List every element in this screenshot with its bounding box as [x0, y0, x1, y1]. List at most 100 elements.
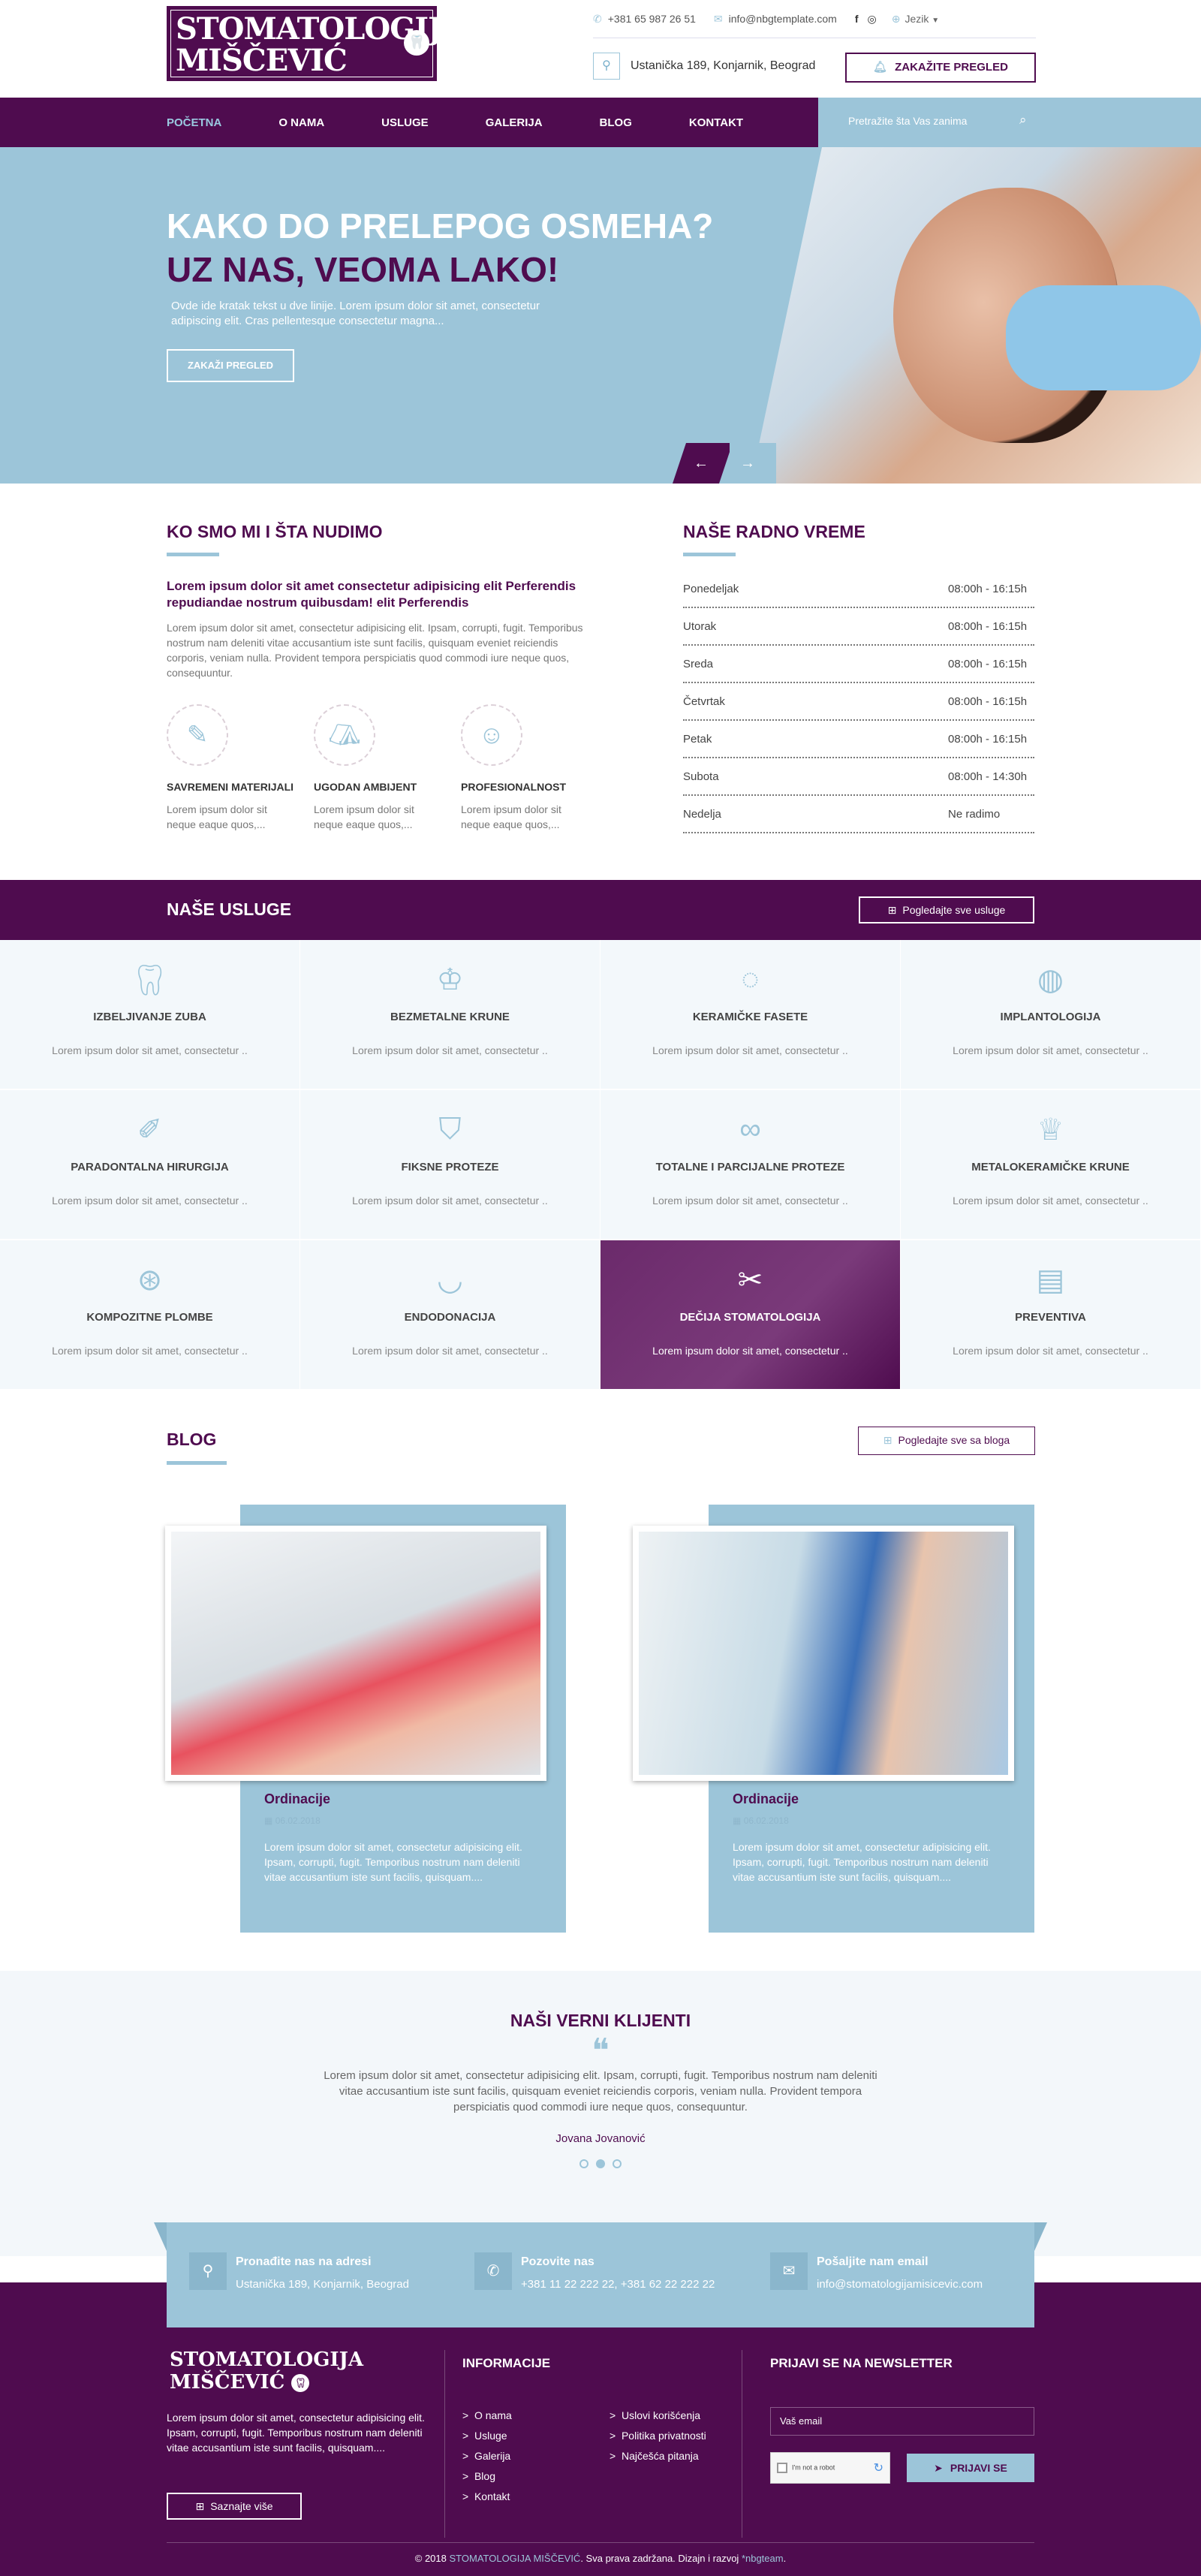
hours-day: Subota: [683, 770, 719, 783]
footer-link-about[interactable]: > O nama: [462, 2406, 512, 2426]
hours-day: Petak: [683, 732, 712, 746]
hero-appointment-button[interactable]: ZAKAŽI PREGLED: [167, 349, 294, 382]
feature-text: Lorem ipsum dolor sit neque eaque quos,.…: [461, 803, 561, 830]
testimonials-title: NAŠI VERNI KLIJENTI: [510, 2011, 691, 2030]
instrument-icon: ✎: [167, 704, 228, 766]
service-card[interactable]: ◍ IMPLANTOLOGIJA Lorem ipsum dolor sit ame…: [901, 940, 1200, 1089]
services-all-button[interactable]: ⊞ Pogledajte sve usluge: [859, 896, 1034, 923]
service-card[interactable]: ⊛ KOMPOZITNE PLOMBE Lorem ipsum dolor sit …: [0, 1240, 299, 1389]
blog-post-date-text: 06.02.2018: [275, 1815, 321, 1826]
nav-item-services[interactable]: USLUGE: [381, 116, 429, 129]
veneer-icon: ◌: [741, 963, 760, 996]
service-text: Lorem ipsum dolor sit amet, consectetur …: [652, 1044, 848, 1056]
footer-divider: [444, 2350, 445, 2538]
captcha-checkbox[interactable]: [777, 2463, 787, 2473]
pagination-dot[interactable]: [579, 2159, 588, 2168]
subscribe-button[interactable]: ➤ PRIJAVI SE: [907, 2454, 1034, 2482]
footer-link-privacy[interactable]: > Politika privatnosti: [610, 2426, 706, 2446]
blog-post-title[interactable]: Ordinacije: [733, 1791, 799, 1807]
footer-link-label: Politika privatnosti: [621, 2430, 706, 2442]
blog-post-title[interactable]: Ordinacije: [264, 1791, 330, 1807]
service-card-active[interactable]: ✂ DEČIJA STOMATOLOGIJA Lorem ipsum dolor s…: [600, 1240, 900, 1389]
service-card[interactable]: ⛉ FIKSNE PROTEZE Lorem ipsum dolor sit ame…: [300, 1090, 600, 1239]
nav-item-blog[interactable]: BLOG: [600, 116, 632, 129]
header-address-text: Ustanička 189, Konjarnik, Beograd: [631, 59, 816, 72]
service-card[interactable]: 🦷︎ IZBELJIVANJE ZUBA Lorem ipsum dolor sit…: [0, 940, 299, 1089]
search-icon[interactable]: ⌕: [1019, 113, 1027, 128]
hours-day: Četvrtak: [683, 694, 725, 708]
service-card[interactable]: ▤ PREVENTIVA Lorem ipsum dolor sit amet, c…: [901, 1240, 1200, 1389]
footer-logo[interactable]: STOMATOLOGIJA MIŠČEVIĆ 🦷︎: [170, 2349, 363, 2394]
copyright: © 2018 STOMATOLOGIJA MIŠČEVIĆ. Sva prava…: [0, 2551, 1201, 2566]
crown-metal-icon: ♕: [1037, 1113, 1064, 1146]
copyright-brand[interactable]: STOMATOLOGIJA MIŠČEVIĆ: [450, 2553, 581, 2564]
dentist-icon: ☺: [461, 704, 522, 766]
header-email[interactable]: info@nbgtemplate.com: [729, 13, 837, 25]
footer-link-label: O nama: [474, 2409, 512, 2421]
service-card[interactable]: ∞ TOTALNE I PARCIJALNE PROTEZE Lorem ipsum…: [600, 1090, 900, 1239]
nav-items: POČETNA O NAMA USLUGE GALERIJA BLOG KONT…: [167, 98, 800, 147]
feature-text: Lorem ipsum dolor sit neque eaque quos,.…: [167, 803, 267, 830]
service-text: Lorem ipsum dolor sit amet, consectetur …: [953, 1195, 1148, 1207]
footer-link-faq[interactable]: > Najčešća pitanja: [610, 2446, 706, 2466]
search-input[interactable]: Pretražite šta Vas zanima ⌕: [818, 98, 1201, 147]
footer-link-gallery[interactable]: > Galerija: [462, 2446, 512, 2466]
logo-tooth-icon: 🦷: [404, 30, 429, 56]
service-card[interactable]: ♔ BEZMETALNE KRUNE Lorem ipsum dolor sit a…: [300, 940, 600, 1089]
nav-item-gallery[interactable]: GALERIJA: [486, 116, 543, 129]
instagram-icon[interactable]: ◎: [868, 13, 877, 26]
feature-text: Lorem ipsum dolor sit neque eaque quos,.…: [314, 803, 414, 830]
shield-tooth-icon: ⛉: [438, 1113, 462, 1146]
service-card[interactable]: ◡ ENDODONACIJA Lorem ipsum dolor sit amet,…: [300, 1240, 600, 1389]
service-card[interactable]: ◌ KERAMIČKE FASETE Lorem ipsum dolor sit a…: [600, 940, 900, 1089]
service-title: PARADONTALNA HIRURGIJA: [71, 1161, 229, 1174]
xray-icon: ▤: [1036, 1264, 1065, 1297]
contact-title: Pronađite nas na adresi: [236, 2255, 372, 2268]
footer-logo-line1: STOMATOLOGIJA: [170, 2349, 364, 2371]
blog-post-date-text: 06.02.2018: [743, 1815, 789, 1826]
footer-more-button[interactable]: ⊞ Saznajte više: [167, 2493, 302, 2520]
footer-link-contact[interactable]: > Kontakt: [462, 2487, 512, 2507]
footer-link-services[interactable]: > Usluge: [462, 2426, 512, 2446]
services-grid: 🦷︎ IZBELJIVANJE ZUBA Lorem ipsum dolor sit…: [0, 940, 1201, 1389]
footer-bottom-divider: [167, 2542, 1034, 2543]
recaptcha-icon: ↻: [873, 2462, 883, 2475]
location-icon: ⚲: [189, 2252, 227, 2290]
blog-image[interactable]: [165, 1526, 546, 1781]
book-appointment-button[interactable]: 🔔︎ ZAKAŽITE PREGLED: [845, 53, 1036, 83]
copyright-dev[interactable]: *nbgteam: [742, 2553, 784, 2564]
service-text: Lorem ipsum dolor sit amet, consectetur …: [52, 1044, 248, 1056]
nav-item-contact[interactable]: KONTAKT: [689, 116, 743, 129]
service-card[interactable]: ♕ METALOKERAMIČKE KRUNE Lorem ipsum dolor …: [901, 1090, 1200, 1239]
language-selector[interactable]: ⊕ Jezik ▼: [892, 13, 939, 26]
service-title: IZBELJIVANJE ZUBA: [93, 1011, 206, 1023]
service-text: Lorem ipsum dolor sit amet, consectetur …: [953, 1044, 1148, 1056]
facebook-icon[interactable]: f: [855, 13, 859, 25]
location-pin-icon: ⚲: [593, 53, 620, 80]
hours-day: Sreda: [683, 657, 714, 670]
hours-time: 08:00h - 16:15h: [948, 732, 1028, 746]
contact-value[interactable]: info@stomatologijamisicevic.com: [817, 2278, 983, 2291]
captcha-widget[interactable]: I'm not a robot ↻: [770, 2452, 890, 2484]
hours-day: Utorak: [683, 619, 717, 633]
blog-image[interactable]: [633, 1526, 1014, 1781]
service-title: KERAMIČKE FASETE: [692, 1011, 808, 1023]
hours-row: Ponedeljak 08:00h - 16:15h: [683, 571, 1034, 608]
pagination-dot-active[interactable]: [596, 2159, 605, 2168]
footer-more-label: Saznajte više: [210, 2500, 273, 2512]
pagination-dot[interactable]: [613, 2159, 622, 2168]
newsletter-email-input[interactable]: Vaš email: [770, 2407, 1034, 2436]
blog-all-button[interactable]: ⊞ Pogledajte sve sa bloga: [858, 1427, 1035, 1455]
service-title: TOTALNE I PARCIJALNE PROTEZE: [655, 1161, 845, 1174]
service-card[interactable]: ✐ PARADONTALNA HIRURGIJA Lorem ipsum dolor…: [0, 1090, 299, 1239]
header-phone[interactable]: +381 65 987 26 51: [608, 13, 696, 25]
footer-link-blog[interactable]: > Blog: [462, 2466, 512, 2487]
service-title: DEČIJA STOMATOLOGIJA: [679, 1311, 821, 1324]
footer-link-terms[interactable]: > Uslovi korišćenja: [610, 2406, 706, 2426]
site-logo[interactable]: STOMATOLOGIJA MIŠČEVIĆ 🦷: [167, 6, 465, 81]
footer-link-label: Najčešća pitanja: [621, 2450, 699, 2462]
service-text: Lorem ipsum dolor sit amet, consectetur …: [352, 1044, 548, 1056]
nav-item-home[interactable]: POČETNA: [167, 116, 221, 129]
nav-item-about[interactable]: O NAMA: [278, 116, 324, 129]
plus-square-icon: ⊞: [195, 2500, 205, 2512]
